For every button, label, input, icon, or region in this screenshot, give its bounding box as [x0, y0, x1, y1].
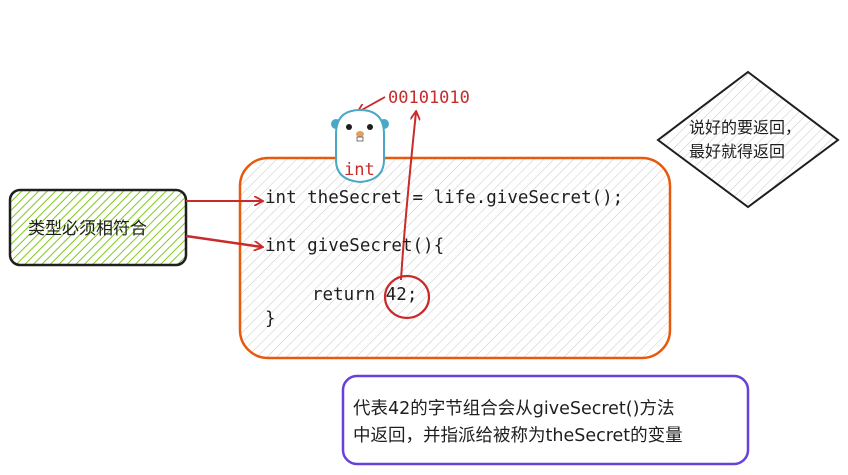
code-line-3: return 42;: [312, 285, 418, 305]
diamond-note-line-2: 最好就得返回: [689, 142, 786, 161]
bottom-note-line-2: 中返回，并指派给被称为theSecret的变量: [353, 426, 683, 447]
code-line-1: int theSecret = life.giveSecret();: [265, 188, 624, 208]
type-note-text: 类型必须相符合: [28, 219, 147, 239]
code-line-2: int giveSecret(){: [265, 236, 445, 256]
semicolon: ;: [406, 285, 418, 305]
gopher-type-label: int: [344, 160, 375, 180]
code-line-4: }: [265, 309, 276, 329]
binary-label: 00101010: [388, 88, 470, 108]
diamond-note-line-1: 说好的要返回，: [689, 118, 802, 137]
bottom-note-text: 代表42的字节组合会从giveSecret()方法 中返回，并指派给被称为the…: [353, 396, 683, 450]
bottom-note-line-1: 代表42的字节组合会从giveSecret()方法: [353, 399, 675, 419]
diamond-note-text: 说好的要返回， 最好就得返回: [689, 116, 801, 164]
return-value: 42: [385, 285, 407, 305]
return-keyword: return: [312, 285, 386, 305]
